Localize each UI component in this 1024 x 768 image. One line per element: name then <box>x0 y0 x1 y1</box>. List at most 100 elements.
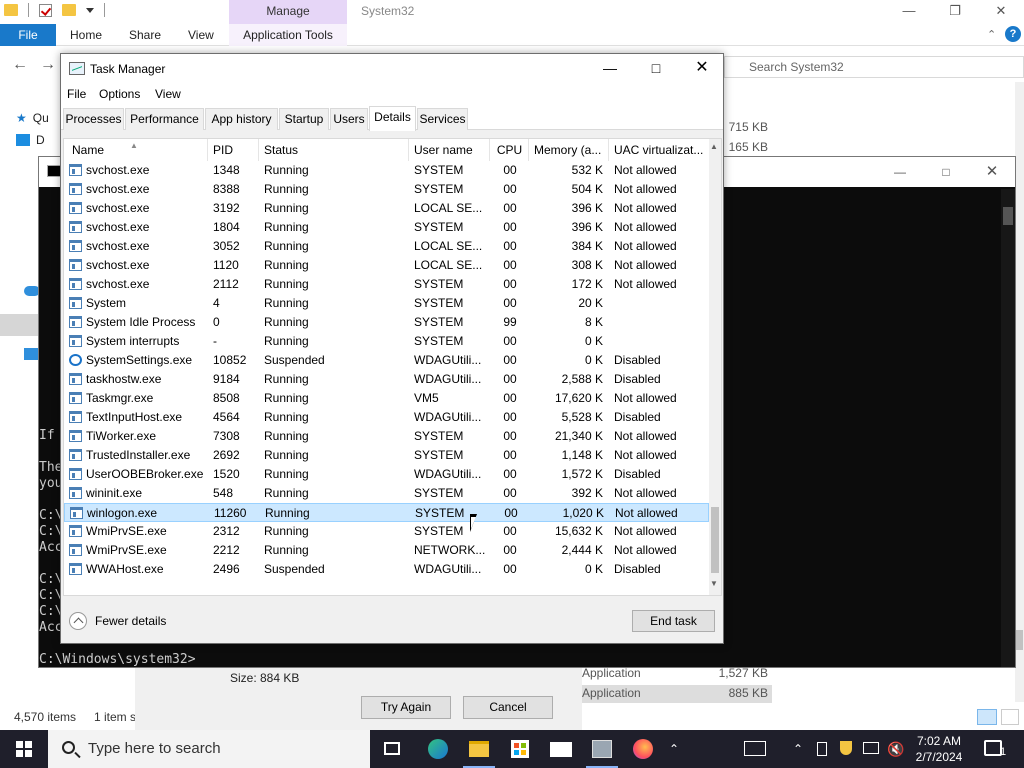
ribbon-tab-application-tools[interactable]: Application Tools <box>229 24 347 46</box>
new-folder-icon[interactable] <box>62 4 76 16</box>
process-row[interactable]: System Idle Process 0 Running SYSTEM 99 8 K <box>64 313 709 332</box>
menu-file[interactable]: File <box>67 87 86 101</box>
show-hidden-icons-icon[interactable]: ⌃ <box>788 730 808 768</box>
process-row[interactable]: svchost.exe 8388 Running SYSTEM 00 504 K Not a… <box>64 180 709 199</box>
column-uac-virtualization[interactable]: UAC virtualizat... <box>610 139 708 161</box>
process-row[interactable]: svchost.exe 2112 Running SYSTEM 00 172 K Not a… <box>64 275 709 294</box>
maximize-button[interactable]: □ <box>633 54 679 84</box>
process-row[interactable]: TiWorker.exe 7308 Running SYSTEM 00 21,340 K N… <box>64 427 709 446</box>
details-scrollbar[interactable]: ▲ ▼ <box>709 139 721 595</box>
volume-muted-icon[interactable]: 🔇 <box>884 730 908 768</box>
process-row[interactable]: Taskmgr.exe 8508 Running VM5 00 17,620 K Not a… <box>64 389 709 408</box>
folder-icon[interactable] <box>4 4 18 16</box>
nav-item-quick-access[interactable]: ★ Qu <box>16 108 49 128</box>
column-status[interactable]: Status <box>260 139 409 161</box>
nav-item-desktop[interactable]: D <box>16 130 45 150</box>
process-row[interactable]: svchost.exe 1348 Running SYSTEM 00 532 K Not a… <box>64 161 709 180</box>
scroll-up-icon[interactable]: ▲ <box>710 142 718 151</box>
cmd-close-button[interactable]: ✕ <box>969 159 1015 185</box>
minimize-button[interactable]: — <box>886 0 932 24</box>
tab-performance[interactable]: Performance <box>125 108 204 130</box>
network-icon[interactable] <box>860 730 882 768</box>
windows-security-icon[interactable] <box>836 730 856 768</box>
process-row[interactable]: taskhostw.exe 9184 Running WDAGUtili... 00 2,… <box>64 370 709 389</box>
process-row[interactable]: WmiPrvSE.exe 2212 Running NETWORK... 00 2,444… <box>64 541 709 560</box>
process-row[interactable]: SystemSettings.exe 10852 Suspended WDAGUtil… <box>64 351 709 370</box>
cmd-maximize-button[interactable]: □ <box>923 159 969 185</box>
large-icons-view-icon[interactable] <box>1001 709 1019 725</box>
mail-icon[interactable] <box>541 730 581 768</box>
input-indicator-icon[interactable] <box>740 730 770 768</box>
properties-icon[interactable] <box>39 3 52 17</box>
back-arrow-icon[interactable]: ← <box>12 56 28 74</box>
file-row-selected[interactable]: Application 885 KB <box>582 685 772 703</box>
firefox-icon[interactable] <box>623 730 663 768</box>
cmd-minimize-button[interactable]: — <box>877 159 923 185</box>
network-icon[interactable] <box>24 348 38 360</box>
column-user-name[interactable]: User name <box>410 139 490 161</box>
process-row-selected[interactable]: winlogon.exe 11260 Running SYSTEM 00 1,020 K N… <box>64 503 709 522</box>
menu-view[interactable]: View <box>155 87 181 101</box>
tab-app-history[interactable]: App history <box>205 108 278 130</box>
forward-arrow-icon[interactable]: → <box>40 56 56 74</box>
minimize-button[interactable]: — <box>587 54 633 84</box>
manage-context-tab[interactable]: Manage <box>229 0 347 24</box>
scroll-down-icon[interactable]: ▼ <box>710 579 718 588</box>
details-view-icon[interactable] <box>977 709 997 725</box>
process-row[interactable]: UserOOBEBroker.exe 1520 Running WDAGUtili..… <box>64 465 709 484</box>
clock[interactable]: 7:02 AM 2/7/2024 <box>908 730 970 768</box>
end-task-button[interactable]: End task <box>632 610 715 632</box>
task-view-icon[interactable] <box>372 730 412 768</box>
battery-icon[interactable] <box>812 730 832 768</box>
store-icon[interactable] <box>500 730 540 768</box>
tab-users[interactable]: Users <box>330 108 368 130</box>
cancel-button[interactable]: Cancel <box>463 696 553 719</box>
close-button[interactable]: ✕ <box>679 54 725 84</box>
ribbon-tab-view[interactable]: View <box>188 24 214 46</box>
tab-services[interactable]: Services <box>417 108 468 130</box>
maximize-button[interactable]: ❐ <box>932 0 978 24</box>
network-drive-icon[interactable] <box>582 730 622 768</box>
tab-processes[interactable]: Processes <box>63 108 124 130</box>
process-row[interactable]: wininit.exe 548 Running SYSTEM 00 392 K Not al… <box>64 484 709 503</box>
fewer-details-button[interactable]: Fewer details <box>69 612 166 630</box>
process-row[interactable]: svchost.exe 3052 Running LOCAL SE... 00 384 K… <box>64 237 709 256</box>
column-pid[interactable]: PID <box>209 139 259 161</box>
column-cpu[interactable]: CPU <box>491 139 529 161</box>
tab-details[interactable]: Details <box>369 106 416 131</box>
nav-item-this-pc[interactable] <box>0 314 40 336</box>
scroll-thumb[interactable] <box>711 507 719 573</box>
chevron-up-icon[interactable]: ⌃ <box>987 28 996 41</box>
tab-startup[interactable]: Startup <box>279 108 329 130</box>
cmd-scroll-thumb[interactable] <box>1003 207 1013 225</box>
process-row[interactable]: svchost.exe 1804 Running SYSTEM 00 396 K Not a… <box>64 218 709 237</box>
edge-icon[interactable] <box>418 730 458 768</box>
process-row[interactable]: WWAHost.exe 2496 Suspended WDAGUtili... 00 0 … <box>64 560 709 579</box>
start-button[interactable] <box>0 730 48 768</box>
try-again-button[interactable]: Try Again <box>361 696 451 719</box>
notification-center-icon[interactable]: 1 <box>978 730 1018 768</box>
explorer-scrollbar[interactable] <box>1015 82 1024 702</box>
column-memory[interactable]: Memory (a... <box>530 139 609 161</box>
process-row[interactable]: TrustedInstaller.exe 2692 Running SYSTEM 00 1… <box>64 446 709 465</box>
process-row[interactable]: WmiPrvSE.exe 2312 Running SYSTEM 00 15,632 K N… <box>64 522 709 541</box>
process-row[interactable]: svchost.exe 1120 Running LOCAL SE... 00 308 K… <box>64 256 709 275</box>
help-icon[interactable]: ? <box>1005 26 1021 42</box>
customize-toolbar-icon[interactable] <box>86 7 94 13</box>
ribbon-tab-file[interactable]: File <box>0 24 56 46</box>
menu-options[interactable]: Options <box>99 87 140 101</box>
process-row[interactable]: TextInputHost.exe 4564 Running WDAGUtili...… <box>64 408 709 427</box>
file-explorer-icon[interactable] <box>459 730 499 768</box>
console-prompt[interactable]: C:\Windows\system32> <box>39 652 196 667</box>
column-name[interactable]: ▲ Name <box>64 139 208 161</box>
scroll-arrow-icon[interactable]: ⌃ <box>664 730 684 768</box>
cmd-scrollbar[interactable] <box>1001 189 1015 667</box>
explorer-search-input[interactable]: Search System32 <box>724 56 1024 78</box>
process-row[interactable]: System 4 Running SYSTEM 00 20 K <box>64 294 709 313</box>
close-button[interactable]: ✕ <box>978 0 1024 24</box>
taskbar-search-input[interactable]: Type here to search <box>48 730 370 768</box>
ribbon-tab-share[interactable]: Share <box>129 24 161 46</box>
ribbon-tab-home[interactable]: Home <box>70 24 102 46</box>
process-row[interactable]: System interrupts - Running SYSTEM 00 0 K <box>64 332 709 351</box>
process-row[interactable]: svchost.exe 3192 Running LOCAL SE... 00 396 K… <box>64 199 709 218</box>
